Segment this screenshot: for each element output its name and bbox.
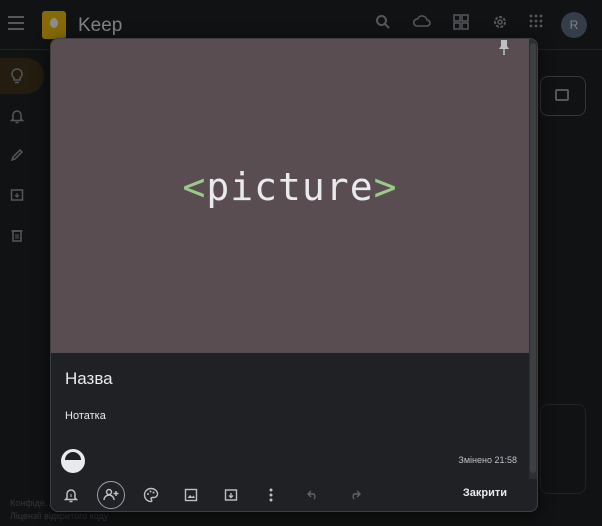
collaborator-icon[interactable] [97, 481, 125, 509]
palette-icon[interactable] [137, 481, 165, 509]
more-icon[interactable] [257, 481, 285, 509]
note-image[interactable]: <picture> [51, 39, 529, 353]
image-icon[interactable] [177, 481, 205, 509]
note-title-input[interactable]: Назва [65, 369, 113, 389]
note-body-input[interactable]: Нотатка [65, 410, 106, 422]
close-button[interactable]: Закрити [463, 487, 507, 499]
undo-icon[interactable] [299, 481, 327, 509]
collaborator-avatar[interactable] [61, 449, 85, 473]
image-placeholder-text: <picture> [182, 165, 398, 209]
pin-icon[interactable] [496, 39, 514, 59]
note-editor-dialog: <picture> Назва Нотатка Змінено 21:58 За… [50, 38, 538, 512]
last-edited-label: Змінено 21:58 [458, 455, 517, 465]
archive-icon[interactable] [217, 481, 245, 509]
note-toolbar: Закрити [51, 479, 537, 511]
redo-icon[interactable] [341, 481, 369, 509]
dialog-scrollbar-thumb[interactable] [530, 43, 536, 473]
reminder-icon[interactable] [57, 481, 85, 509]
